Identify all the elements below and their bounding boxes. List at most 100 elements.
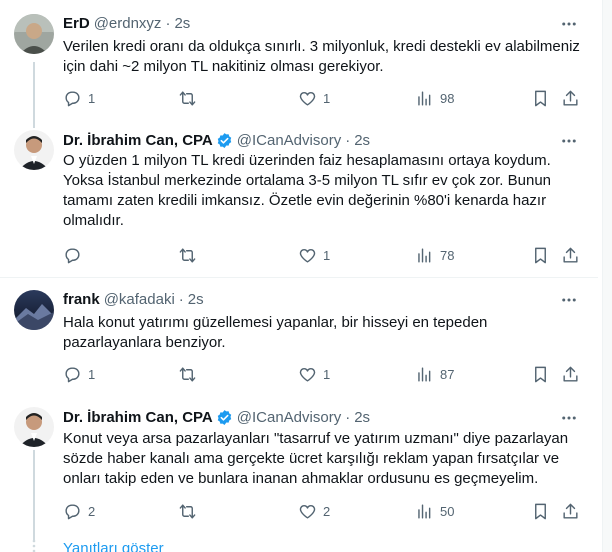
bookmark-icon (535, 503, 546, 519)
reply-button[interactable]: 1 (63, 364, 95, 384)
like-count: 2 (323, 503, 331, 519)
retweet-icon (179, 503, 196, 519)
tweet-4[interactable]: Dr. İbrahim Can, CPA @ICanAdvisory · 2s … (0, 407, 612, 537)
like-icon (299, 91, 316, 106)
like-count: 1 (323, 366, 331, 382)
tweet-header: frank @kafadaki · 2s (63, 289, 204, 309)
views-icon (418, 366, 431, 382)
tweet-text: Verilen kredi oranı da oldukça sınırlı. … (63, 38, 580, 75)
retweet-button[interactable] (178, 245, 203, 265)
like-button[interactable]: 1 (298, 364, 330, 384)
like-button[interactable]: 2 (298, 501, 330, 521)
author-name[interactable]: Dr. İbrahim Can, CPA (63, 409, 213, 426)
tweet-header: Dr. İbrahim Can, CPA @ICanAdvisory · 2s (63, 130, 370, 150)
more-icon[interactable] (560, 132, 578, 150)
author-name[interactable]: ErD (63, 15, 90, 32)
share-icon (563, 247, 578, 263)
tweet-1[interactable]: ErD @erdnxyz · 2s Verilen kredi oranı da… (0, 0, 612, 130)
views-count: 98 (440, 90, 455, 106)
timestamp[interactable]: 2s (354, 132, 370, 149)
views-count: 87 (440, 366, 455, 382)
share-button[interactable] (561, 364, 580, 384)
tweet-2[interactable]: Dr. İbrahim Can, CPA @ICanAdvisory · 2s … (0, 130, 612, 277)
tweet-actions: 2 2 50 (63, 501, 593, 521)
bookmark-icon (535, 366, 546, 382)
views-button[interactable]: 87 (415, 364, 454, 384)
author-handle[interactable]: @ICanAdvisory (237, 409, 341, 426)
share-button[interactable] (561, 501, 580, 521)
bookmark-button[interactable] (531, 88, 550, 108)
reply-button[interactable]: 2 (63, 501, 95, 521)
share-button[interactable] (561, 245, 580, 265)
like-button[interactable]: 1 (298, 245, 330, 265)
retweet-button[interactable] (178, 364, 203, 384)
reply-button[interactable]: 1 (63, 88, 95, 108)
bookmark-button[interactable] (531, 245, 550, 265)
views-icon (418, 503, 431, 519)
tweet-actions: 1 1 87 (63, 364, 593, 384)
reply-count: 2 (88, 503, 96, 519)
retweet-button[interactable] (178, 501, 203, 521)
scrollbar[interactable] (602, 0, 612, 552)
avatar[interactable] (14, 14, 54, 54)
retweet-icon (179, 90, 196, 106)
like-count: 1 (323, 247, 331, 263)
avatar[interactable] (14, 407, 54, 447)
author-handle[interactable]: @kafadaki (104, 291, 175, 308)
bookmark-button[interactable] (531, 364, 550, 384)
bookmark-button[interactable] (531, 501, 550, 521)
views-icon (418, 247, 431, 263)
share-icon (563, 503, 578, 519)
tweet-3[interactable]: frank @kafadaki · 2s Hala konut yatırımı… (0, 278, 612, 398)
retweet-button[interactable] (178, 88, 203, 108)
views-button[interactable]: 98 (415, 88, 454, 108)
separator-dot: · (165, 14, 171, 32)
reply-icon (65, 90, 80, 106)
reply-icon (65, 366, 80, 382)
bookmark-icon (535, 247, 546, 263)
reply-count: 1 (88, 366, 96, 382)
tweet-actions: 1 1 98 (63, 88, 593, 108)
verified-icon (217, 409, 231, 425)
separator-dot: · (345, 131, 351, 149)
verified-icon (217, 132, 231, 148)
reply-button[interactable] (63, 245, 88, 265)
like-button[interactable]: 1 (298, 88, 330, 108)
more-icon[interactable] (560, 15, 578, 33)
avatar[interactable] (14, 130, 54, 170)
tweet-header: ErD @erdnxyz · 2s (63, 13, 190, 33)
separator-dot: · (345, 408, 351, 426)
author-name[interactable]: frank (63, 291, 100, 308)
tweet-text: Konut veya arsa pazarlayanları "tasarruf… (63, 430, 569, 487)
avatar[interactable] (14, 290, 54, 330)
retweet-icon (179, 247, 196, 263)
like-icon (299, 248, 316, 263)
tweet-actions: 1 78 (63, 245, 593, 265)
author-handle[interactable]: @erdnxyz (94, 15, 162, 32)
reply-icon (65, 247, 80, 263)
separator-dot: · (178, 290, 184, 308)
tweet-text: O yüzden 1 milyon TL kredi üzerinden fai… (63, 152, 552, 229)
timestamp[interactable]: 2s (174, 15, 190, 32)
author-handle[interactable]: @ICanAdvisory (237, 132, 341, 149)
retweet-icon (179, 366, 196, 382)
show-replies-link[interactable]: Yanıtları göster (63, 540, 164, 552)
more-icon[interactable] (560, 291, 578, 309)
share-button[interactable] (561, 88, 580, 108)
bookmark-icon (535, 90, 546, 106)
like-icon (299, 367, 316, 382)
like-icon (299, 504, 316, 519)
reply-icon (65, 503, 80, 519)
views-icon (418, 90, 431, 106)
timestamp[interactable]: 2s (188, 291, 204, 308)
views-count: 50 (440, 503, 455, 519)
more-icon[interactable] (560, 409, 578, 427)
reply-count: 1 (88, 90, 96, 106)
views-button[interactable]: 50 (415, 501, 454, 521)
share-icon (563, 90, 578, 106)
author-name[interactable]: Dr. İbrahim Can, CPA (63, 132, 213, 149)
thread-dots-icon (32, 539, 36, 552)
views-button[interactable]: 78 (415, 245, 454, 265)
tweet-header: Dr. İbrahim Can, CPA @ICanAdvisory · 2s (63, 407, 370, 427)
timestamp[interactable]: 2s (354, 409, 370, 426)
